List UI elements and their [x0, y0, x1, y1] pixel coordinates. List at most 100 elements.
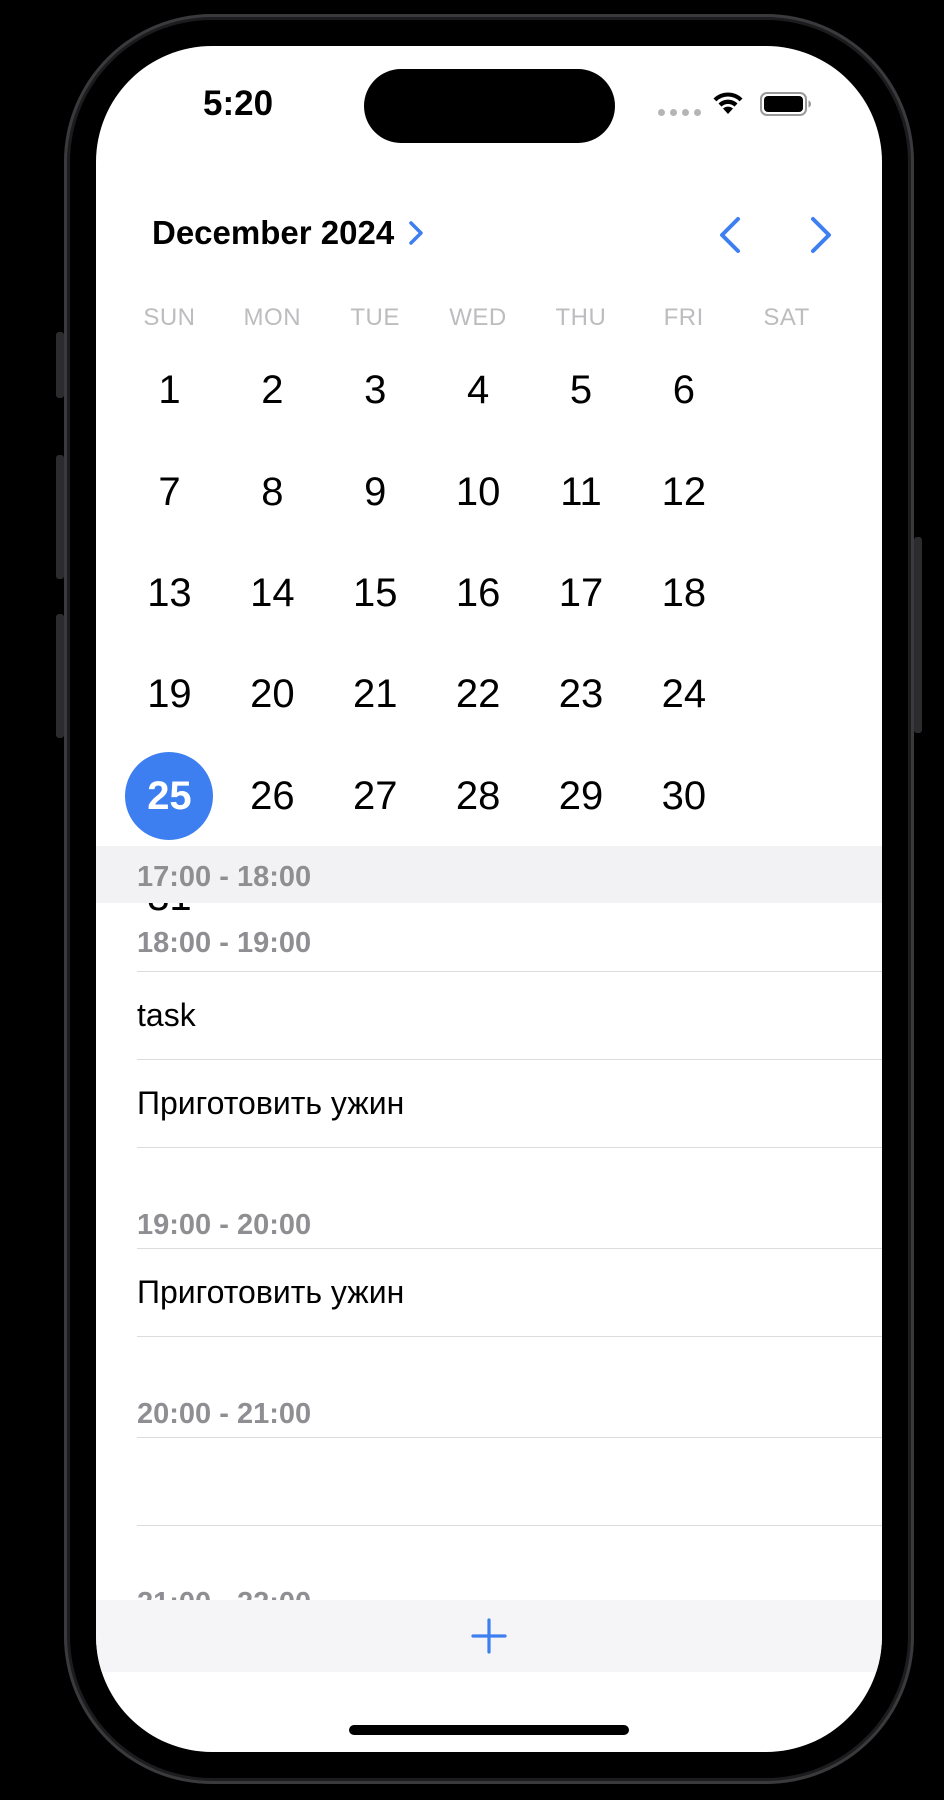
calendar-day-number: 2: [261, 368, 284, 413]
calendar-day-number: 27: [352, 773, 398, 818]
calendar-day[interactable]: 23: [530, 644, 633, 745]
calendar-day-number: 5: [569, 368, 593, 413]
app-screen: 5:20 December 2024 SUN MON TUE WED THU F…: [96, 46, 882, 1752]
calendar-day[interactable]: 16: [427, 543, 530, 644]
add-task-button[interactable]: [459, 1606, 519, 1666]
calendar-day[interactable]: 5: [530, 340, 633, 441]
calendar-day-number: 6: [672, 368, 696, 413]
calendar-day[interactable]: 17: [530, 543, 633, 644]
calendar-day-number: 8: [261, 469, 284, 514]
battery-icon: [760, 92, 811, 116]
calendar-day[interactable]: 29: [530, 746, 633, 847]
calendar-day[interactable]: 30: [632, 746, 735, 847]
calendar-day-number: 12: [661, 469, 707, 514]
calendar-day[interactable]: 9: [324, 441, 427, 542]
calendar-day[interactable]: 2: [221, 340, 324, 441]
task-title: Приготовить ужин: [137, 1085, 405, 1121]
month-selector[interactable]: December 2024: [152, 214, 424, 252]
calendar-day[interactable]: 4: [427, 340, 530, 441]
month-title: December 2024: [152, 214, 395, 251]
previous-month-button[interactable]: [708, 212, 752, 258]
calendar-day[interactable]: 22: [427, 644, 530, 745]
chevron-right-icon: [811, 217, 831, 253]
calendar-day-number: 10: [455, 469, 501, 514]
calendar-day-number: 13: [147, 570, 192, 615]
chevron-left-icon: [720, 217, 740, 253]
bottom-toolbar: [96, 1600, 882, 1672]
calendar-day-number: 29: [558, 773, 604, 818]
task-row[interactable]: Приготовить ужин: [96, 1060, 882, 1147]
calendar-day-number: 11: [560, 469, 602, 514]
plus-icon: [471, 1618, 507, 1654]
time-slot-header: 20:00 - 21:00: [137, 1398, 312, 1430]
weekday-label: TUE: [350, 304, 400, 331]
calendar-day[interactable]: 8: [221, 441, 324, 542]
time-slot-header: 18:00 - 19:00: [137, 927, 312, 959]
calendar-day-number: 17: [558, 570, 604, 615]
calendar-day-number: 20: [250, 672, 295, 717]
calendar-day[interactable]: 14: [221, 543, 324, 644]
calendar-day-number: 30: [661, 773, 707, 818]
weekday-label: FRI: [663, 304, 704, 331]
schedule-list: 17:00 - 18:00 18:00 - 19:00 task Пригото…: [96, 846, 882, 1626]
calendar-day[interactable]: 12: [632, 441, 735, 542]
next-month-button[interactable]: [799, 212, 843, 258]
weekday-header-row: SUN MON TUE WED THU FRI SAT: [118, 304, 838, 332]
calendar-day[interactable]: 13: [118, 543, 221, 644]
calendar-day-number: 24: [661, 672, 707, 717]
calendar-day-number: 3: [364, 368, 387, 413]
dynamic-island: [364, 69, 615, 143]
weekday-label: SAT: [763, 304, 810, 331]
calendar-day[interactable]: 10: [427, 441, 530, 542]
calendar-day-selected[interactable]: 25: [118, 746, 221, 847]
calendar-day-number: 9: [364, 469, 387, 514]
calendar-day-number: 4: [466, 368, 490, 413]
weekday-label: THU: [555, 304, 607, 331]
task-row[interactable]: task: [96, 972, 882, 1059]
volume-up-button: [56, 455, 64, 579]
calendar-day[interactable]: 26: [221, 746, 324, 847]
calendar-day-number: 28: [455, 773, 501, 818]
calendar-day[interactable]: 24: [632, 644, 735, 745]
status-time: 5:20: [203, 84, 274, 123]
signal-dots-icon: [658, 109, 701, 116]
calendar-day-number: 22: [455, 672, 501, 717]
time-slot-header: 19:00 - 20:00: [137, 1209, 312, 1241]
calendar-day[interactable]: 28: [427, 746, 530, 847]
calendar-day-number: 16: [455, 570, 501, 615]
calendar-day[interactable]: 27: [324, 746, 427, 847]
calendar-day-number: 21: [352, 672, 398, 717]
calendar-day[interactable]: 21: [324, 644, 427, 745]
weekday-label: MON: [243, 304, 302, 331]
calendar-day[interactable]: 11: [530, 441, 633, 542]
task-row[interactable]: Приготовить ужин: [96, 1249, 882, 1336]
task-title: Приготовить ужин: [137, 1274, 405, 1310]
calendar-day[interactable]: 6: [632, 340, 735, 441]
calendar-day[interactable]: 1: [118, 340, 221, 441]
action-button: [56, 332, 64, 398]
chevron-right-icon: [409, 221, 423, 245]
calendar-day[interactable]: 18: [632, 543, 735, 644]
volume-down-button: [56, 614, 64, 738]
task-title: task: [137, 997, 196, 1033]
wifi-icon: [713, 92, 743, 114]
calendar-day-number: 1: [158, 368, 181, 413]
calendar-day[interactable]: 3: [324, 340, 427, 441]
power-button: [914, 537, 922, 733]
calendar-day[interactable]: 15: [324, 543, 427, 644]
calendar-day-number: 7: [158, 469, 181, 514]
task-row[interactable]: [96, 1438, 882, 1525]
calendar-day-number: 15: [352, 570, 398, 615]
calendar-day-number: 14: [250, 570, 295, 615]
calendar-day-number: 23: [558, 672, 604, 717]
calendar-day[interactable]: 7: [118, 441, 221, 542]
weekday-label: WED: [449, 304, 507, 331]
home-indicator: [349, 1725, 629, 1735]
calendar-day-number: 18: [661, 570, 707, 615]
calendar-day[interactable]: 19: [118, 644, 221, 745]
time-slot-header: 17:00 - 18:00: [96, 846, 882, 903]
calendar-day[interactable]: 20: [221, 644, 324, 745]
calendar-day-number: 25: [125, 752, 214, 841]
calendar-day-number: 19: [147, 672, 192, 717]
calendar-day-number: 26: [250, 773, 295, 818]
